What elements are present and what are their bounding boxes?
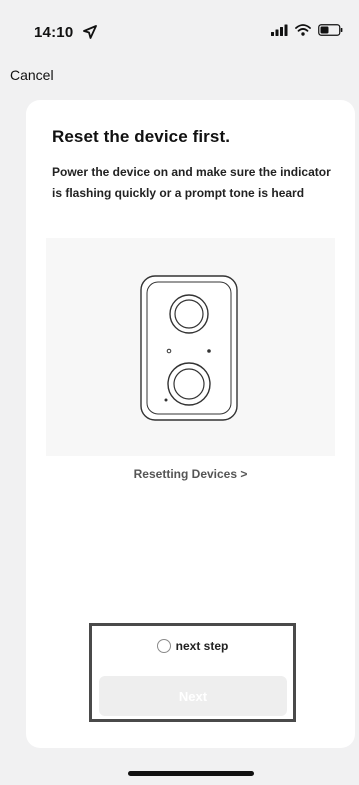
confirmation-section: next step Next	[89, 623, 296, 722]
device-illustration-panel	[46, 238, 335, 456]
battery-icon	[318, 24, 343, 36]
next-step-label: next step	[175, 639, 229, 653]
resetting-devices-link[interactable]: Resetting Devices >	[26, 467, 355, 481]
doorbell-camera-icon	[140, 275, 238, 421]
status-time: 14:10	[34, 24, 74, 41]
signal-icon	[271, 24, 288, 36]
next-step-checkbox[interactable]: next step	[92, 639, 293, 653]
instruction-text: Power the device on and make sure the in…	[52, 165, 331, 200]
wifi-icon	[295, 24, 311, 36]
home-indicator[interactable]	[128, 771, 254, 776]
next-button[interactable]: Next	[99, 676, 287, 716]
status-bar: 14:10	[0, 0, 359, 50]
radio-unchecked-icon[interactable]	[156, 639, 171, 653]
status-icons	[270, 24, 343, 36]
page-title: Reset the device first.	[52, 127, 231, 146]
cancel-button[interactable]: Cancel	[10, 67, 54, 83]
location-arrow-icon	[83, 25, 97, 39]
